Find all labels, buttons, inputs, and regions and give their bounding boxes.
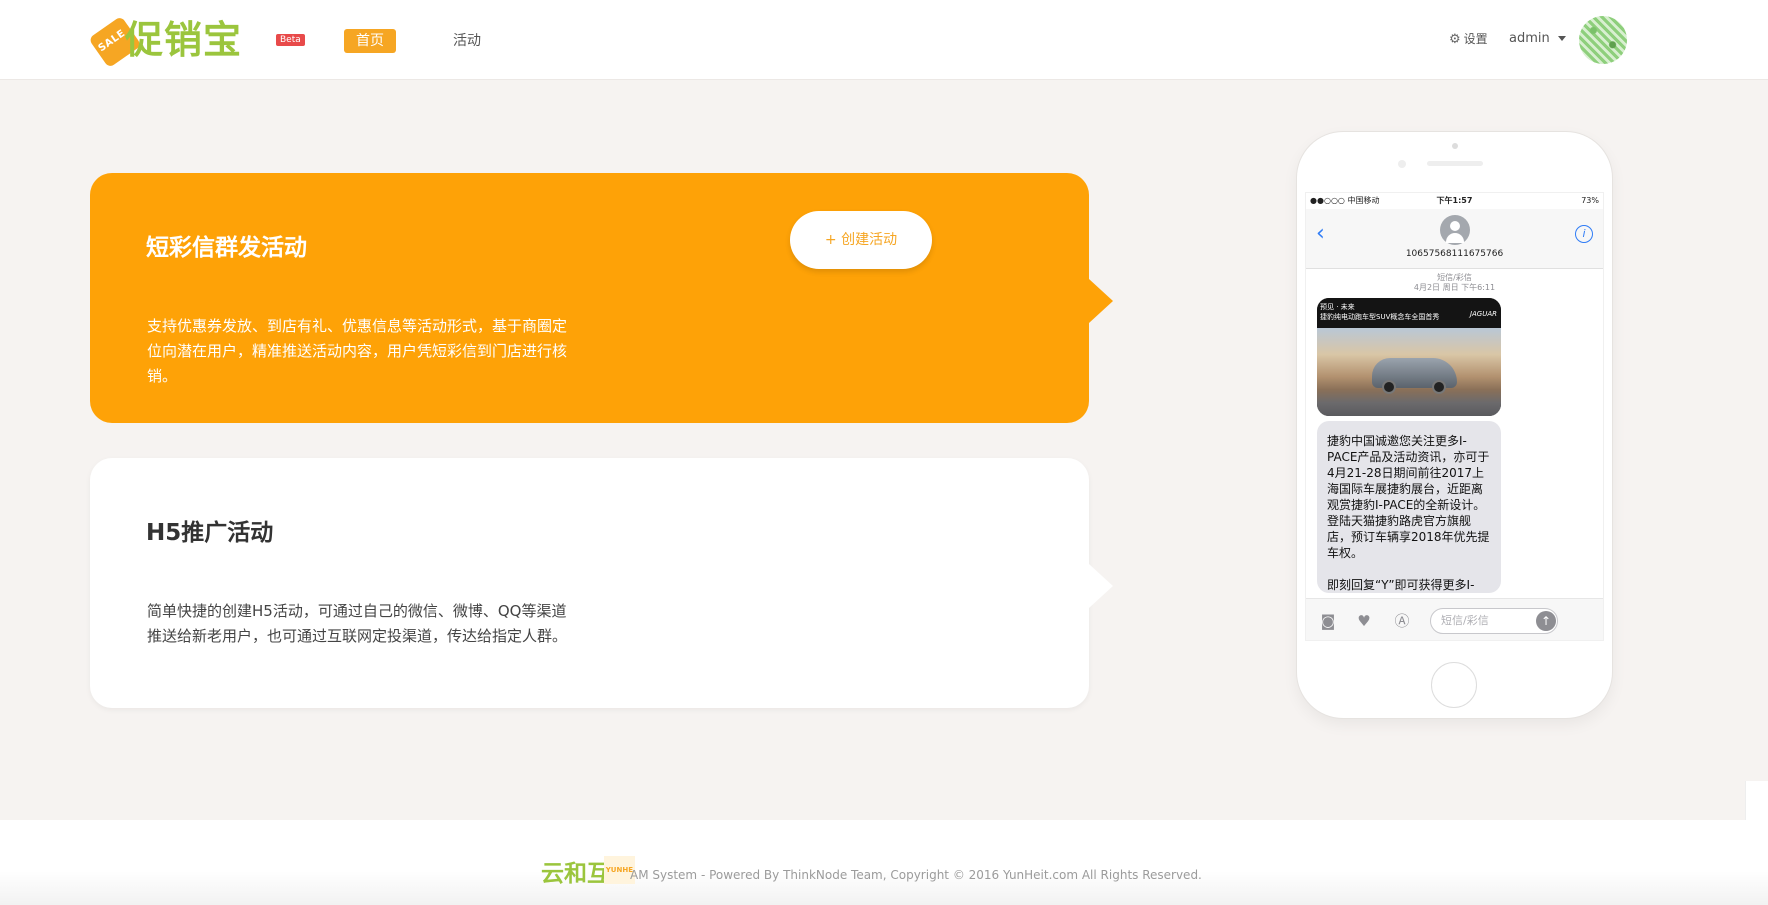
message-date: 4月2日 周日 下午6:11 (1413, 283, 1496, 292)
bubble-paragraph: 即刻回复“Y”即可获得更多I-PACE相关信息，还有机会赢取 (1327, 578, 1475, 592)
user-menu[interactable]: admin (1509, 29, 1566, 49)
message-input-bar: ◙ ♥ Ⓐ 短信/彩信 ↑ (1306, 598, 1603, 640)
card-description: 简单快捷的创建H5活动，可通过自己的微信、微博、QQ等渠道推送给新老用户，也可通… (147, 602, 568, 645)
top-header: SALE 促销宝 Beta 首页 活动 ⚙ 设置 admin (0, 0, 1768, 80)
digital-touch-icon: ♥ (1357, 612, 1371, 630)
message-bubble: 捷豹中国诚邀您关注更多I-PACE产品及活动资讯，亦可于4月21-28日期间前往… (1317, 421, 1501, 593)
user-name: admin (1509, 31, 1550, 46)
send-arrow-icon: ↑ (1536, 611, 1556, 631)
contact-avatar-icon (1440, 215, 1470, 245)
info-icon: i (1575, 225, 1593, 243)
phone-home-button (1431, 662, 1477, 708)
card-title: 短彩信群发活动 (146, 235, 307, 261)
car-wheel (1432, 380, 1446, 394)
phone-screen: ●●○○○ 中国移动 下午1:57 73% ‹ 1065756811167576… (1305, 192, 1604, 641)
mms-brand: JAGUAR (1469, 310, 1497, 318)
card-pointer (1089, 564, 1113, 608)
car-wheel (1382, 380, 1396, 394)
beta-badge: Beta (276, 34, 305, 46)
nav-home[interactable]: 首页 (344, 29, 396, 53)
footer: 云和互动 YUNHE AM System - Powered By ThinkN… (0, 820, 1768, 905)
phone-speaker (1427, 161, 1483, 166)
caret-down-icon (1557, 36, 1566, 41)
card-description: 支持优惠券发放、到店有礼、优惠信息等活动形式，基于商圈定位向潜在用户，精准推送活… (147, 317, 568, 385)
bubble-paragraph: 捷豹中国诚邀您关注更多I-PACE产品及活动资讯，亦可于4月21-28日期间前往… (1327, 434, 1490, 560)
contact-number: 10657568111675766 (1405, 249, 1504, 259)
status-time: 下午1:57 (1436, 196, 1473, 205)
mms-image: 预见 · 未来 捷豹纯电动跑车型SUV概念车全国首秀 JAGUAR (1317, 298, 1501, 416)
app-store-icon: Ⓐ (1394, 612, 1410, 630)
settings-label: 设置 (1463, 32, 1488, 46)
gear-icon: ⚙ (1449, 32, 1461, 47)
message-type: 短信/彩信 (1437, 273, 1472, 282)
status-bar: ●●○○○ 中国移动 下午1:57 73% (1306, 193, 1603, 209)
sms-campaign-card[interactable]: 短彩信群发活动 支持优惠券发放、到店有礼、优惠信息等活动形式，基于商圈定位向潜在… (90, 173, 1113, 423)
message-header: ‹ 10657568111675766 i (1306, 209, 1603, 269)
avatar[interactable] (1579, 16, 1627, 64)
logo-badge-text: SALE (96, 27, 128, 55)
phone-sensor (1398, 160, 1406, 168)
app-logo[interactable]: SALE 促销宝 (88, 15, 251, 69)
footer-logo: 云和互动 YUNHE (541, 856, 635, 888)
settings-link[interactable]: ⚙ 设置 (1449, 29, 1488, 49)
create-activity-button[interactable]: + 创建活动 (790, 211, 932, 269)
logo-text: 促销宝 (125, 18, 243, 62)
camera-icon: ◙ (1320, 612, 1336, 630)
copyright-text: AM System - Powered By ThinkNode Team, C… (630, 868, 1202, 882)
status-battery: 73% (1581, 196, 1599, 205)
back-chevron-icon: ‹ (1316, 221, 1325, 246)
card-title: H5推广活动 (146, 520, 274, 546)
phone-preview: ●●○○○ 中国移动 下午1:57 73% ‹ 1065756811167576… (1297, 132, 1612, 718)
car-photo (1317, 328, 1501, 416)
h5-campaign-card[interactable]: H5推广活动 简单快捷的创建H5活动，可通过自己的微信、微博、QQ等渠道推送给新… (90, 458, 1113, 708)
message-meta: 短信/彩信 4月2日 周日 下午6:11 (1306, 273, 1603, 293)
card-pointer (1089, 279, 1113, 323)
nav-activities[interactable]: 活动 (453, 29, 481, 53)
phone-camera (1452, 143, 1458, 149)
